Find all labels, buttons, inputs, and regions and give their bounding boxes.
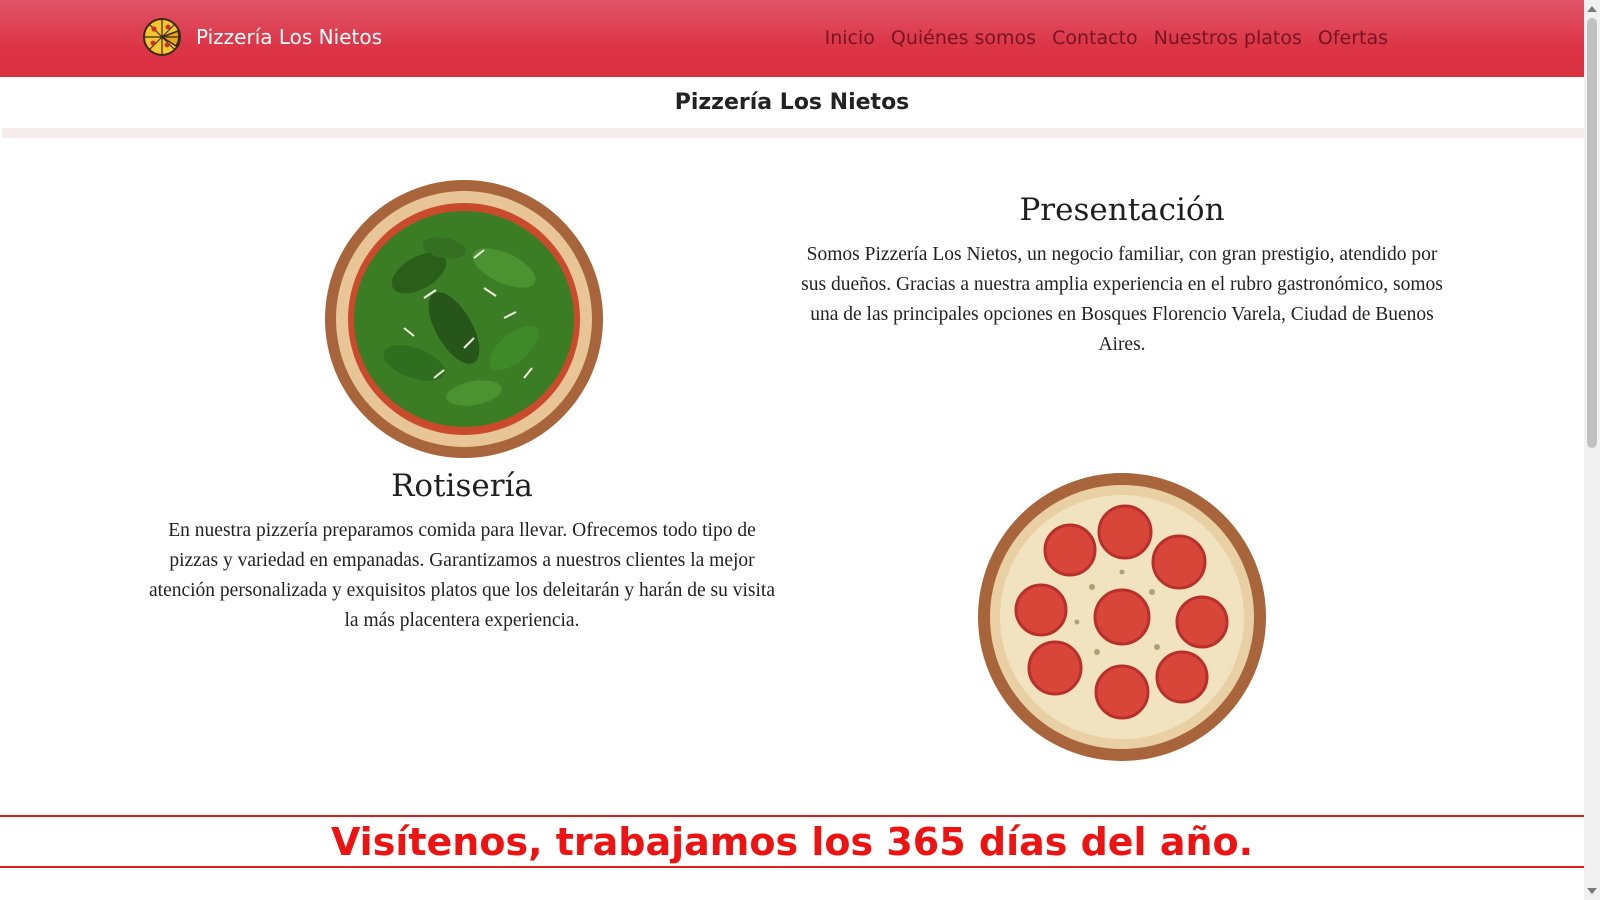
scroll-down-arrow-icon[interactable]	[1587, 888, 1597, 894]
main-nav: Inicio Quiénes somos Contacto Nuestros p…	[817, 22, 1396, 54]
nav-link-quienes-somos[interactable]: Quiénes somos	[883, 22, 1044, 54]
presentacion-text: Somos Pizzería Los Nietos, un negocio fa…	[801, 244, 1443, 355]
tomato-pizza-image	[978, 473, 1266, 761]
scroll-thumb[interactable]	[1587, 18, 1597, 448]
banner-bottom-line	[0, 866, 1584, 868]
rotiseria-title: Rotisería	[391, 468, 533, 504]
nav-link-nuestros-platos[interactable]: Nuestros platos	[1146, 22, 1310, 54]
visit-banner: Visítenos, trabajamos los 365 días del a…	[330, 820, 1254, 864]
arugula-pizza-image	[325, 180, 603, 458]
scroll-up-arrow-icon[interactable]	[1587, 6, 1597, 12]
page-scrollbar[interactable]	[1584, 0, 1600, 900]
divider-band	[2, 128, 1584, 138]
presentacion-title: Presentación	[1019, 192, 1225, 228]
nav-link-contacto[interactable]: Contacto	[1044, 22, 1146, 54]
rotiseria-text: En nuestra pizzería preparamos comida pa…	[149, 520, 775, 631]
page-title: Pizzería Los Nietos	[674, 90, 910, 115]
nav-link-ofertas[interactable]: Ofertas	[1310, 22, 1396, 54]
nav-link-inicio[interactable]: Inicio	[817, 22, 883, 54]
pizza-icon	[143, 18, 181, 56]
navbar-brand[interactable]: Pizzería Los Nietos	[142, 17, 382, 57]
top-navbar: Pizzería Los Nietos Inicio Quiénes somos…	[0, 0, 1584, 77]
brand-name: Pizzería Los Nietos	[196, 25, 382, 49]
